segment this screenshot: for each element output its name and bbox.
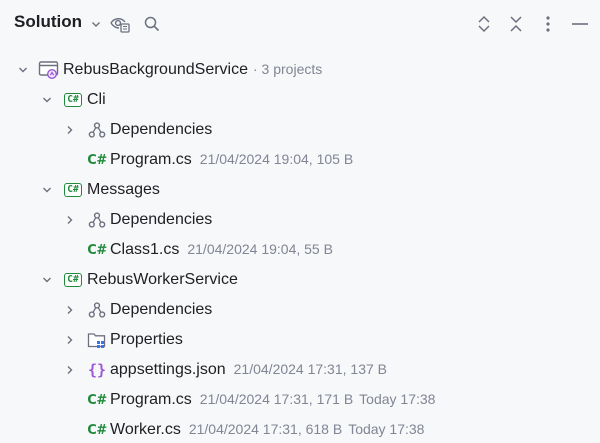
chevron-right-icon[interactable] bbox=[63, 333, 77, 347]
chevron-right-icon[interactable] bbox=[63, 213, 77, 227]
file-modified: Today 17:38 bbox=[359, 391, 436, 407]
tree-node-file[interactable]: C# Program.cs 21/04/2024 17:31, 171 B Toda… bbox=[0, 385, 600, 415]
tree-node-dependencies[interactable]: Dependencies bbox=[0, 115, 600, 145]
json-file-icon: {} bbox=[87, 361, 107, 379]
search-icon[interactable] bbox=[140, 12, 164, 36]
csharp-project-icon: C# bbox=[62, 179, 84, 201]
chevron-down-icon[interactable] bbox=[40, 273, 54, 287]
dependencies-label: Dependencies bbox=[110, 301, 213, 318]
file-label: Class1.cs 21/04/2024 19:04, 55 B bbox=[110, 241, 333, 259]
collapse-all-icon[interactable] bbox=[504, 12, 528, 36]
file-name: Program.cs bbox=[110, 391, 192, 408]
minimize-icon[interactable] bbox=[568, 12, 592, 36]
solution-label: RebusBackgroundService · 3 projects bbox=[63, 61, 322, 79]
file-meta: 21/04/2024 19:04, 55 B bbox=[187, 241, 333, 257]
chevron-down-icon[interactable] bbox=[16, 63, 30, 77]
tree-node-project-rebusworkerservice[interactable]: C# RebusWorkerService bbox=[0, 265, 600, 295]
file-meta: 21/04/2024 17:31, 171 B bbox=[199, 391, 354, 407]
file-name: Worker.cs bbox=[110, 421, 181, 438]
solution-project-count: · 3 projects bbox=[253, 61, 323, 77]
chevron-down-icon[interactable] bbox=[40, 183, 54, 197]
tree-node-file[interactable]: C# Class1.cs 21/04/2024 19:04, 55 B bbox=[0, 235, 600, 265]
dependencies-icon bbox=[86, 299, 108, 321]
properties-folder-icon bbox=[86, 329, 108, 351]
chevron-right-icon[interactable] bbox=[63, 363, 77, 377]
properties-label: Properties bbox=[110, 331, 183, 348]
chevron-right-icon[interactable] bbox=[63, 123, 77, 137]
toolwindow-header: Solution bbox=[0, 0, 600, 48]
csharp-file-icon: C# bbox=[87, 422, 107, 438]
tree-node-appsettings[interactable]: {} appsettings.json 21/04/2024 17:31, 137… bbox=[0, 355, 600, 385]
tree-node-dependencies[interactable]: Dependencies bbox=[0, 205, 600, 235]
solution-name: RebusBackgroundService bbox=[63, 61, 248, 78]
csharp-file-icon: C# bbox=[87, 242, 107, 258]
csharp-project-icon: C# bbox=[62, 269, 84, 291]
file-label: Program.cs 21/04/2024 17:31, 171 B Today 1… bbox=[110, 391, 435, 409]
project-label: Cli bbox=[87, 91, 106, 108]
file-label: Program.cs 21/04/2024 19:04, 105 B bbox=[110, 151, 353, 169]
tree-node-file[interactable]: C# Program.cs 21/04/2024 19:04, 105 B bbox=[0, 145, 600, 175]
chevron-down-icon[interactable] bbox=[40, 93, 54, 107]
file-meta: 21/04/2024 17:31, 618 B bbox=[188, 421, 343, 437]
eye-settings-icon[interactable] bbox=[108, 12, 132, 36]
toolwindow-title[interactable]: Solution bbox=[14, 12, 82, 32]
dependencies-label: Dependencies bbox=[110, 211, 213, 228]
expand-all-icon[interactable] bbox=[472, 12, 496, 36]
dependencies-icon bbox=[86, 119, 108, 141]
csharp-file-icon: C# bbox=[87, 152, 107, 168]
tree-node-dependencies[interactable]: Dependencies bbox=[0, 295, 600, 325]
tree-node-properties[interactable]: Properties bbox=[0, 325, 600, 355]
csharp-project-icon: C# bbox=[62, 89, 84, 111]
dependencies-icon bbox=[86, 209, 108, 231]
file-meta: 21/04/2024 17:31, 137 B bbox=[233, 361, 387, 377]
file-name: appsettings.json bbox=[110, 361, 226, 378]
tree-node-project-cli[interactable]: C# Cli bbox=[0, 85, 600, 115]
file-label: appsettings.json 21/04/2024 17:31, 137 B bbox=[110, 361, 387, 379]
file-meta: 21/04/2024 19:04, 105 B bbox=[199, 151, 354, 167]
file-label: Worker.cs 21/04/2024 17:31, 618 B Today 17… bbox=[110, 421, 424, 439]
solution-icon bbox=[38, 59, 60, 81]
tree-node-file[interactable]: C# Worker.cs 21/04/2024 17:31, 618 B Today… bbox=[0, 415, 600, 443]
chevron-down-icon[interactable] bbox=[84, 12, 108, 36]
project-label: RebusWorkerService bbox=[87, 271, 238, 288]
file-modified: Today 17:38 bbox=[348, 421, 425, 437]
dependencies-label: Dependencies bbox=[110, 121, 213, 138]
more-options-icon[interactable] bbox=[536, 12, 560, 36]
project-label: Messages bbox=[87, 181, 160, 198]
file-name: Class1.cs bbox=[110, 241, 180, 258]
file-name: Program.cs bbox=[110, 151, 192, 168]
tree-node-project-messages[interactable]: C# Messages bbox=[0, 175, 600, 205]
tree-node-solution[interactable]: RebusBackgroundService · 3 projects bbox=[0, 55, 600, 85]
csharp-file-icon: C# bbox=[87, 392, 107, 408]
chevron-right-icon[interactable] bbox=[63, 303, 77, 317]
